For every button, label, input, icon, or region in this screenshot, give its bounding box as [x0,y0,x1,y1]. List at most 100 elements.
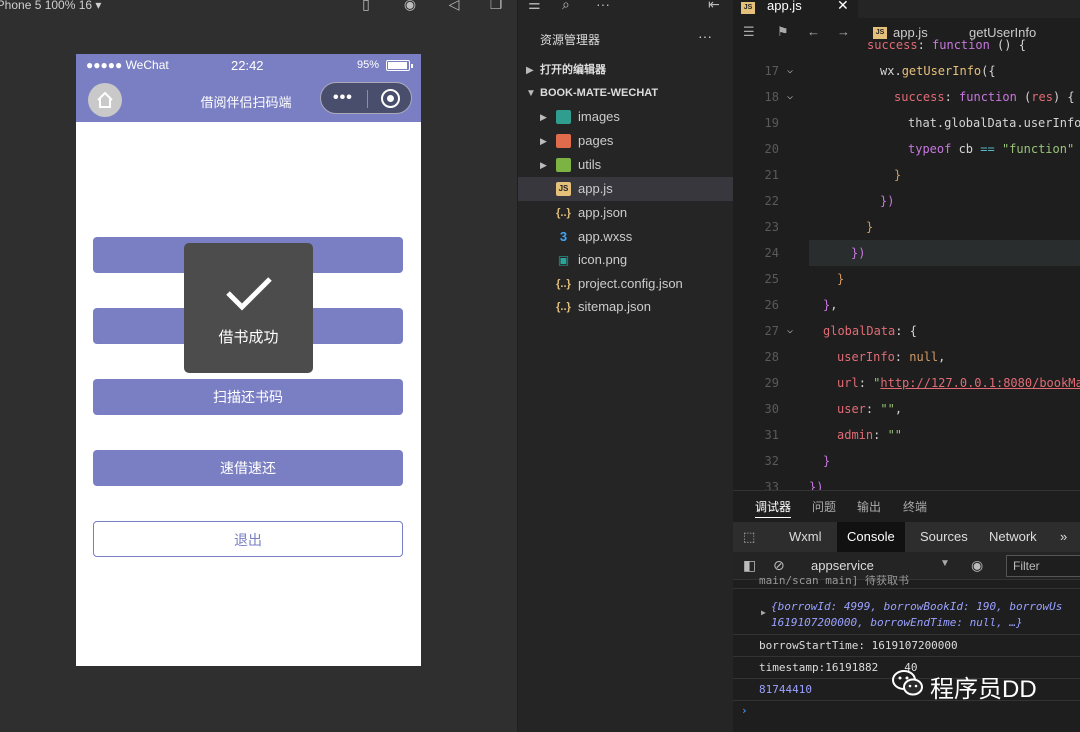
devtools-window: iPhone 5 100% 16 ▾ ▯ ◉ ◁ ❐ ●●●●● WeChat … [0,0,1080,732]
code-line: success: function () { [867,38,1026,52]
home-button[interactable] [88,83,122,117]
tree-item-app-json[interactable]: {..} app.json [518,201,733,225]
collapse-icon[interactable]: ⇤ [708,0,720,13]
close-capsule-icon[interactable] [381,89,400,108]
menu-icon[interactable]: ☰ [528,0,541,13]
code-line: 29 url: "http://127.0.0.1:8080/bookMa [764,376,1080,390]
code-line: 17 ⌵ wx.getUserInfo({ [764,64,996,78]
watermark-text: 程序员DD [930,676,1037,703]
tree-item-utils[interactable]: ▶ utils [518,153,733,177]
tree-item-pages[interactable]: ▶ pages [518,129,733,153]
tab-terminal[interactable]: 终端 [903,498,927,515]
quick-borrow-button[interactable]: 速借速还 [93,450,403,486]
chevron-right-icon: ▶ [526,65,534,76]
tab-console[interactable]: Console [837,522,905,552]
phone-icon[interactable]: ▯ [358,0,374,12]
home-icon [97,91,113,108]
log-object[interactable]: ▶ {borrowId: 4999, borrowBookId: 190, bo… [733,597,1080,635]
tab-wxml[interactable]: Wxml [779,522,832,552]
code-line: 26}, [764,298,838,312]
chevron-right-icon: ▶ [540,112,547,122]
explorer-more-icon[interactable]: ··· [698,28,712,44]
simulator-panel: iPhone 5 100% 16 ▾ ▯ ◉ ◁ ❐ ●●●●● WeChat … [0,0,518,732]
nav-title: 借阅伴侣扫码端 [200,95,292,110]
inspect-icon[interactable]: ⬚ [733,522,765,552]
success-toast: 借书成功 [184,243,313,373]
ellipsis-icon[interactable]: ··· [596,0,610,12]
toast-message: 借书成功 [218,329,279,346]
panel-tabs: ⬚ Wxml Console Sources Network » [733,522,1080,552]
tree-item-label: pages [578,133,614,148]
explorer-panel: ☰ ⌕ ··· ⇤ 资源管理器 ··· ▶ 打开的编辑器 ▼ BOOK-MATE-W… [518,0,733,732]
phone-screen: ●●●●● WeChat 22:42 95% 借阅伴侣扫码端 ••• 扫描还书码 [76,54,421,666]
console-output: main/scan main] 待获取书 ▶ {borrowId: 4999, … [733,575,1080,732]
code-line: 27 ⌵ globalData: { [764,324,917,338]
tab-network[interactable]: Network [979,522,1047,552]
device-selector[interactable]: iPhone 5 100% 16 ▾ [0,0,101,12]
console-prompt[interactable]: › [733,701,1080,721]
close-icon[interactable]: ✕ [837,0,849,14]
logout-button[interactable]: 退出 [93,521,403,557]
code-line-current: 24}) [765,240,1080,266]
chevron-down-icon[interactable]: ▼ [940,558,950,569]
eye-icon[interactable]: ◉ [971,557,983,574]
context-selector[interactable]: appservice [811,558,874,573]
tab-debugger[interactable]: 调试器 [755,498,792,518]
image-file-icon: ▣ [557,253,570,267]
code-line: 28 userInfo: null, [764,350,946,364]
code-editor: JS app.js ✕ ☰ ⚑ ← → JS app.js getUserInf… [733,0,1080,490]
chevron-right-icon: ▶ [540,136,547,146]
tree-item-sitemap[interactable]: {..} sitemap.json [518,295,733,319]
project-section[interactable]: ▼ BOOK-MATE-WECHAT [518,82,733,104]
project-label: BOOK-MATE-WECHAT [540,87,659,99]
expand-triangle-icon[interactable]: ▶ [761,605,766,621]
log-object-line2: 1619107200000, borrowEndTime: null, …} [771,616,1023,629]
sidebar-toggle-icon[interactable]: ◧ [743,557,756,574]
checkmark-icon [226,277,272,311]
tree-item-project-config[interactable]: {..} project.config.json [518,272,733,296]
json-file-icon: {..} [556,278,571,290]
chevron-right-icon: ▶ [540,160,547,170]
more-dots-icon[interactable]: ••• [333,89,353,107]
tree-item-icon-png[interactable]: ▣ icon.png [518,248,733,272]
filter-input[interactable]: Filter [1006,555,1080,577]
tab-output[interactable]: 输出 [857,498,881,515]
code-line: 32} [764,454,831,468]
search-icon[interactable]: ⌕ [562,0,570,13]
status-bar: ●●●●● WeChat 22:42 95% [76,54,421,78]
tab-label: app.js [767,0,802,13]
open-editors-section[interactable]: ▶ 打开的编辑器 [518,59,733,81]
speaker-icon[interactable]: ◁ [446,0,462,12]
folder-images-icon [556,110,571,124]
code-area[interactable]: success: function () { 17 ⌵ wx.getUserInfo… [733,38,1080,490]
clock: 22:42 [231,58,264,73]
tab-problems[interactable]: 问题 [812,498,836,515]
folder-utils-icon [556,158,571,172]
navigation-bar: 借阅伴侣扫码端 ••• [76,78,421,122]
battery-icon [386,60,413,71]
code-line: 22}) [764,194,895,208]
chevron-down-icon: ▼ [526,88,536,99]
tree-item-label: app.json [578,205,628,220]
clear-console-icon[interactable]: ⊘ [773,557,785,574]
tab-sources[interactable]: Sources [910,522,978,552]
simulator-toolbar: iPhone 5 100% 16 ▾ ▯ ◉ ◁ ❐ [0,0,518,18]
log-object-line1: {borrowId: 4999, borrowBookId: 190, borr… [771,600,1063,613]
activity-bar: ☰ ⌕ ··· ⇤ [518,0,733,18]
tree-item-label: icon.png [578,252,628,267]
capsule-menu: ••• [320,82,412,114]
js-file-icon: JS [556,182,571,196]
watermark: 程序员DD [892,667,1052,703]
tree-item-app-wxss[interactable]: 3 app.wxss [518,225,733,249]
tree-item-app-js[interactable]: JS app.js [518,177,733,201]
more-tabs-icon[interactable]: » [1050,522,1077,552]
tree-item-images[interactable]: ▶ images [518,105,733,129]
json-file-icon: {..} [556,207,571,219]
window-icon[interactable]: ❐ [488,0,504,12]
scan-return-button[interactable]: 扫描还书码 [93,379,403,415]
record-icon[interactable]: ◉ [402,0,418,12]
tab-app-js[interactable]: JS app.js ✕ [733,0,858,18]
code-line: 30 user: "", [764,402,903,416]
carrier-label: ●●●●● WeChat [86,58,169,72]
log-line: borrowStartTime: 1619107200000 [733,635,1080,657]
